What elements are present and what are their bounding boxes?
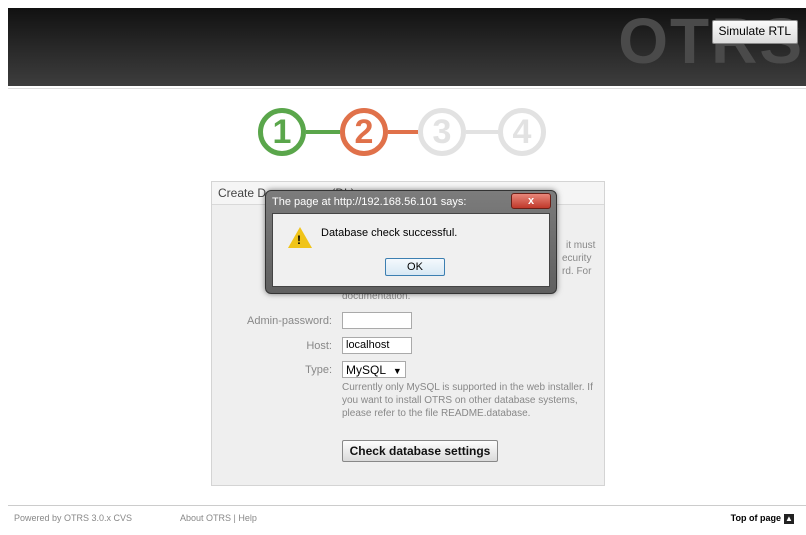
dialog-body: ! Database check successful. OK [272, 213, 550, 287]
ok-button[interactable]: OK [385, 258, 445, 276]
host-label: Host: [306, 340, 332, 352]
dialog-message: Database check successful. [321, 227, 458, 239]
admin-password-label: Admin-password: [247, 315, 332, 327]
admin-password-field[interactable] [342, 312, 412, 329]
type-hint-line-1: Currently only MySQL is supported in the… [342, 382, 593, 393]
footer-divider [8, 505, 806, 506]
hint-fragment-2: ecurity [562, 253, 592, 264]
arrow-up-icon: ▲ [784, 513, 794, 524]
header-bar: OTRS Simulate RTL [8, 8, 806, 86]
step-4: 4 [498, 108, 546, 156]
header-divider [8, 88, 806, 89]
host-field[interactable]: localhost [342, 337, 412, 354]
step-2: 2 [340, 108, 388, 156]
type-hint-line-3: please refer to the file README.database… [342, 408, 531, 419]
type-select-value: MySQL [346, 363, 386, 377]
simulate-rtl-button[interactable]: Simulate RTL [711, 20, 798, 44]
step-1: 1 [258, 108, 306, 156]
footer-links: About OTRS | Help [180, 513, 257, 523]
help-link[interactable]: Help [238, 513, 257, 523]
step-3: 3 [418, 108, 466, 156]
panel-title-text: Create D [218, 186, 267, 200]
footer-separator: | [233, 513, 236, 523]
chevron-down-icon: ▼ [392, 366, 402, 376]
dialog-title: The page at http://192.168.56.101 says: [272, 196, 467, 208]
alert-dialog: The page at http://192.168.56.101 says: … [265, 190, 557, 294]
step-connector-3 [466, 130, 498, 134]
warning-icon-mark: ! [297, 233, 301, 247]
installer-steps: 1 2 3 4 [0, 108, 806, 164]
check-database-settings-button[interactable]: Check database settings [342, 440, 498, 462]
top-of-page-link[interactable]: Top of page ▲ [731, 513, 794, 524]
type-hint-line-2: you want to install OTRS on other databa… [342, 395, 578, 406]
powered-by-text: Powered by OTRS 3.0.x CVS [14, 513, 133, 523]
type-label: Type: [305, 364, 332, 376]
top-of-page-label: Top of page [730, 513, 781, 523]
hint-fragment-1: it must [566, 240, 596, 251]
close-icon[interactable]: x [511, 193, 551, 209]
step-connector-2 [388, 130, 418, 134]
about-otrs-link[interactable]: About OTRS [180, 513, 231, 523]
step-connector-1 [306, 130, 340, 134]
type-select[interactable]: MySQL ▼ [342, 361, 406, 378]
hint-fragment-3: rd. For [562, 266, 592, 277]
